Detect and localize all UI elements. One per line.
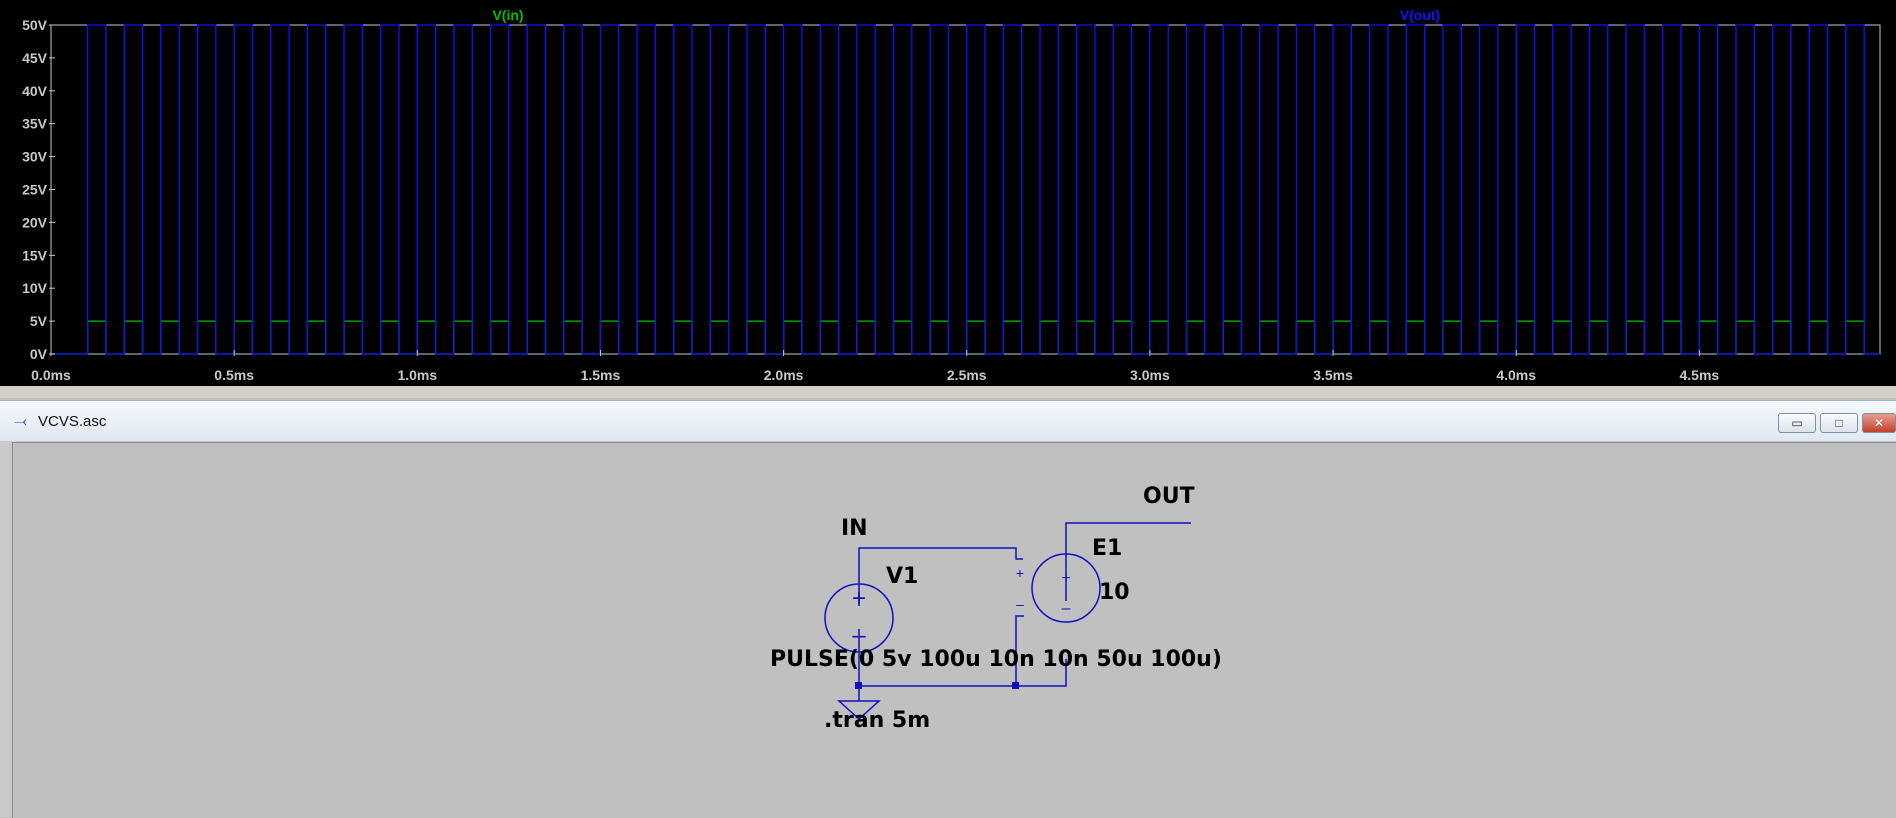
ltspice-schematic-icon: ⤙	[14, 413, 27, 430]
vcvs-e1[interactable]: + – + –	[1016, 553, 1101, 623]
junction-dot	[1012, 682, 1019, 689]
minimize-button[interactable]: ▭	[1778, 413, 1816, 433]
voltage-source-v1[interactable]: + –	[824, 583, 894, 653]
y-tick-label: 35V	[22, 116, 48, 132]
y-tick-label: 25V	[22, 182, 48, 198]
junction-dot	[855, 682, 862, 689]
plus-sign: +	[1061, 570, 1070, 587]
y-tick-label: 45V	[22, 50, 48, 66]
component-name-v1[interactable]: V1	[886, 564, 918, 589]
schematic-titlebar[interactable]: ⤙ VCVS.asc ▭ □ ✕	[0, 400, 1896, 441]
wires	[858, 522, 1191, 701]
y-tick-label: 50V	[22, 17, 48, 33]
schematic-canvas[interactable]: + – + – + – IN OUT V1 E1 10 PULSE(0 5v 1…	[12, 442, 1896, 818]
x-tick-label: 2.0ms	[764, 367, 804, 383]
y-tick-label: 30V	[22, 149, 48, 165]
maximize-button[interactable]: □	[1820, 413, 1858, 433]
schematic-window: ⤙ VCVS.asc ▭ □ ✕ + – + – + – IN OUT V1 E…	[0, 400, 1896, 818]
component-name-e1[interactable]: E1	[1092, 536, 1122, 561]
x-tick-label: 4.0ms	[1496, 367, 1536, 383]
plus-sign: +	[852, 585, 866, 612]
y-tick-label: 10V	[22, 280, 48, 296]
x-tick-label: 3.0ms	[1130, 367, 1170, 383]
x-tick-label: 2.5ms	[947, 367, 987, 383]
x-tick-label: 1.0ms	[397, 367, 437, 383]
waveform-plot[interactable]: 0V 5V 10V 15V 20V 25V 30V 35V 40V 45V 50V 0.0ms 0.5…	[0, 0, 1896, 398]
x-tick-label: 0.0ms	[31, 367, 71, 383]
net-label-in[interactable]: IN	[841, 516, 868, 541]
minus-sign: –	[1062, 600, 1071, 617]
x-tick-label: 1.5ms	[581, 367, 621, 383]
waveform-viewer: 0V 5V 10V 15V 20V 25V 30V 35V 40V 45V 50V 0.0ms 0.5…	[0, 0, 1896, 398]
component-value-e1[interactable]: 10	[1099, 580, 1130, 605]
y-tick-label: 0V	[30, 346, 48, 362]
x-tick-label: 0.5ms	[214, 367, 254, 383]
window-title: VCVS.asc	[38, 413, 107, 430]
wire-in[interactable]	[858, 547, 1023, 606]
legend-vin[interactable]: V(in)	[492, 7, 523, 23]
legend-vout[interactable]: V(out)	[1400, 7, 1440, 23]
net-label-out[interactable]: OUT	[1143, 484, 1195, 509]
y-tick-label: 15V	[22, 247, 48, 263]
x-tick-label: 3.5ms	[1313, 367, 1353, 383]
minus-sign: –	[852, 622, 866, 649]
x-tick-label: 4.5ms	[1679, 367, 1719, 383]
control-minus: –	[1016, 596, 1024, 612]
y-tick-label: 5V	[30, 313, 48, 329]
spice-directive[interactable]: .tran 5m	[824, 708, 930, 733]
close-button[interactable]: ✕	[1862, 413, 1896, 433]
y-tick-label: 40V	[22, 83, 48, 99]
control-plus: +	[1016, 565, 1024, 581]
component-value-v1[interactable]: PULSE(0 5v 100u 10n 10n 50u 100u)	[770, 647, 1222, 672]
y-tick-label: 20V	[22, 214, 48, 230]
